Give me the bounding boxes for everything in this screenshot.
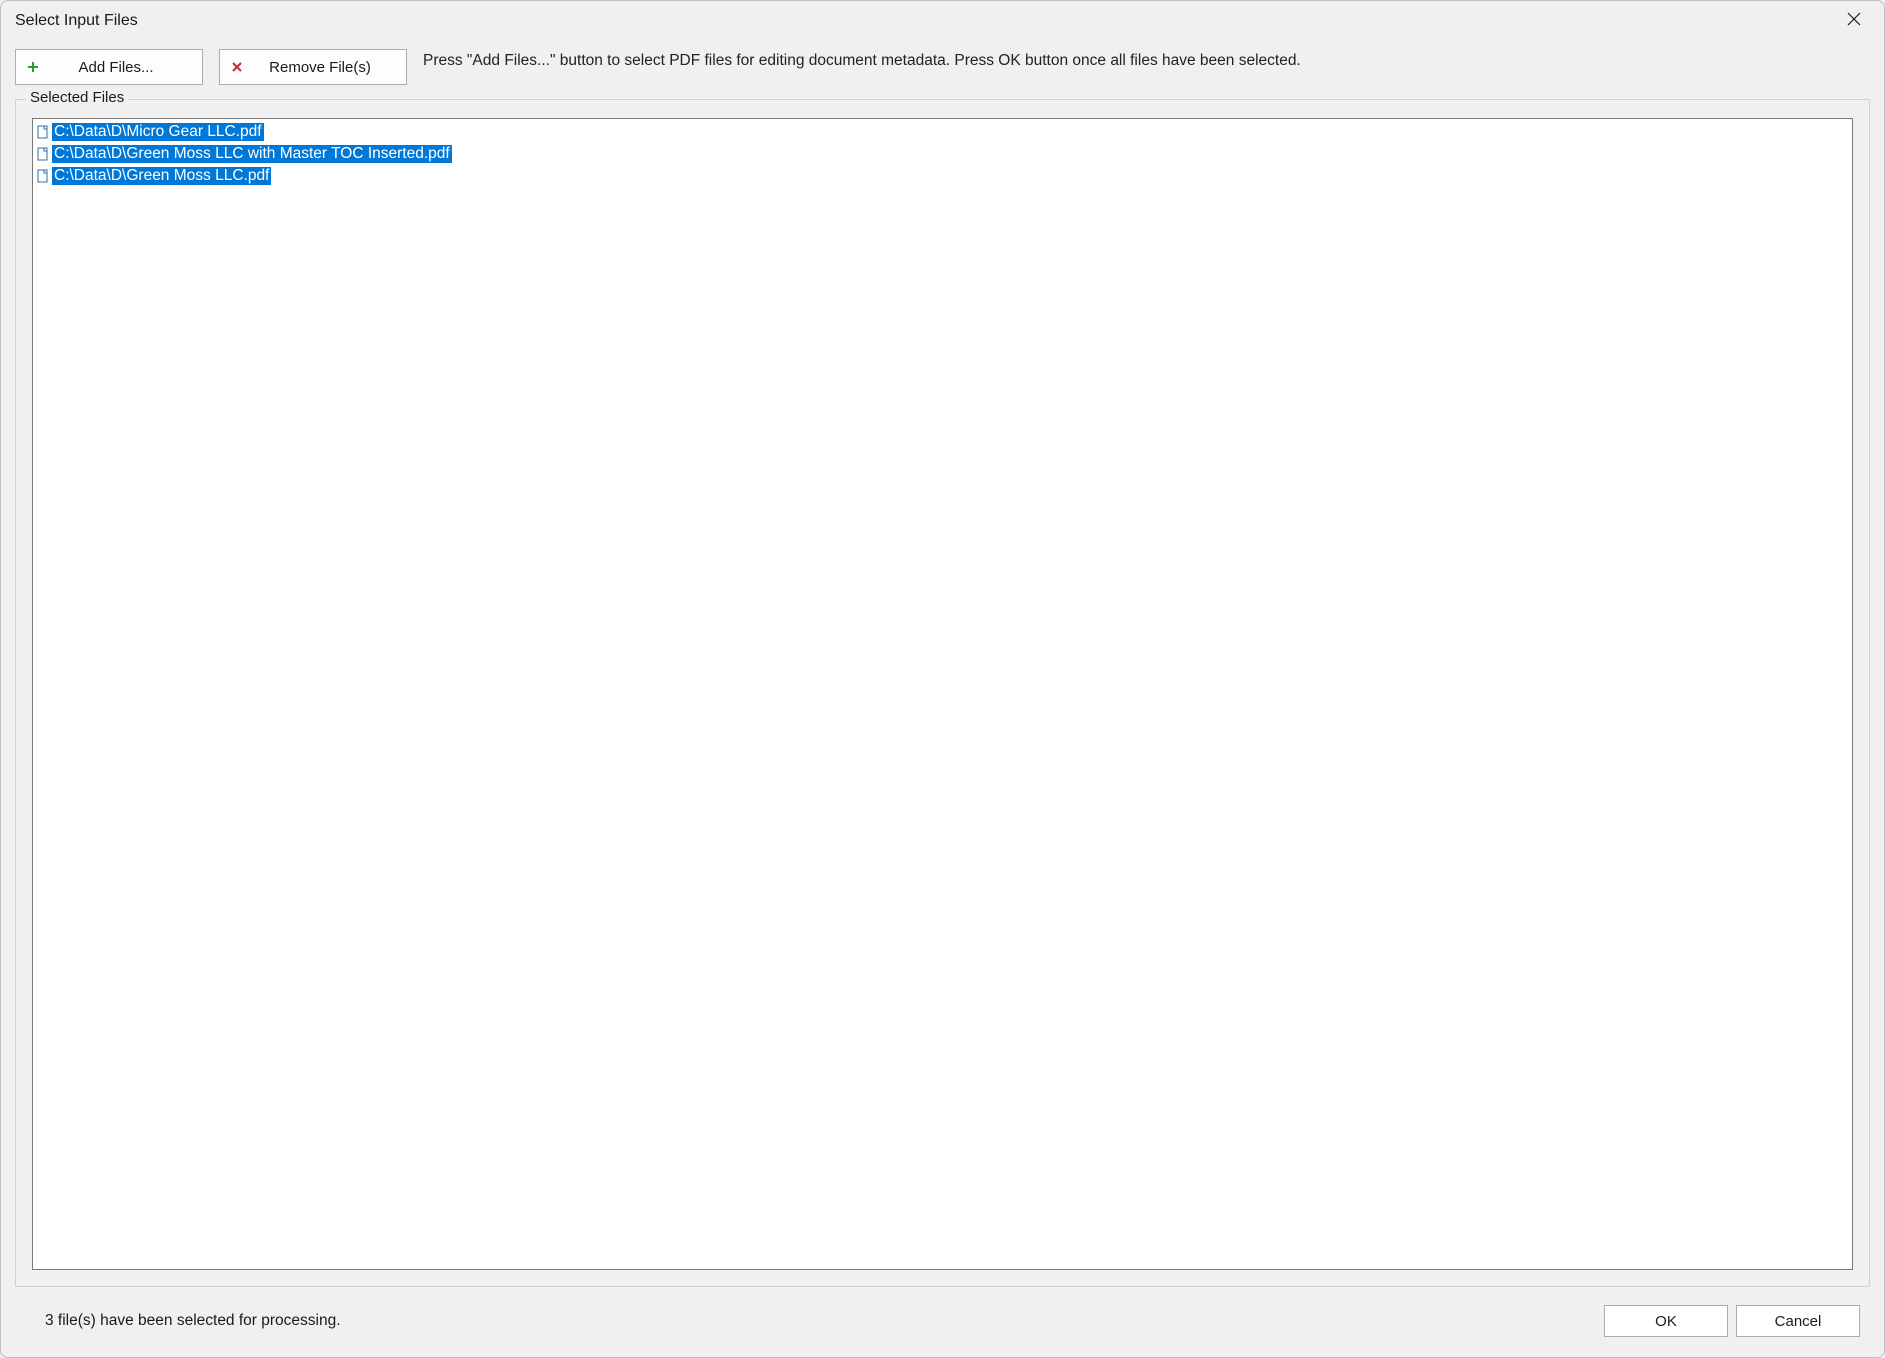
close-icon: [1847, 12, 1861, 30]
file-item[interactable]: C:\Data\D\Green Moss LLC with Master TOC…: [35, 143, 1850, 165]
add-files-label: Add Files...: [40, 59, 192, 76]
file-list[interactable]: C:\Data\D\Micro Gear LLC.pdf C:\Data\D\Gr…: [32, 118, 1853, 1270]
file-item[interactable]: C:\Data\D\Green Moss LLC.pdf: [35, 165, 1850, 187]
remove-icon: [230, 60, 244, 74]
remove-files-label: Remove File(s): [244, 59, 396, 76]
titlebar: Select Input Files: [1, 1, 1884, 41]
status-text: 3 file(s) have been selected for process…: [45, 1312, 341, 1330]
remove-files-button[interactable]: Remove File(s): [219, 49, 407, 85]
file-icon: [37, 147, 51, 161]
add-files-button[interactable]: Add Files...: [15, 49, 203, 85]
instructions-text: Press "Add Files..." button to select PD…: [423, 49, 1870, 72]
file-item[interactable]: C:\Data\D\Micro Gear LLC.pdf: [35, 121, 1850, 143]
cancel-label: Cancel: [1775, 1313, 1822, 1330]
footer-buttons: OK Cancel: [1604, 1305, 1860, 1337]
group-label: Selected Files: [26, 89, 128, 106]
select-input-files-dialog: Select Input Files Add Files... Remove F…: [0, 0, 1885, 1358]
toolbar: Add Files... Remove File(s) Press "Add F…: [15, 41, 1870, 91]
window-title: Select Input Files: [15, 12, 138, 30]
file-path: C:\Data\D\Micro Gear LLC.pdf: [52, 123, 264, 141]
footer: 3 file(s) have been selected for process…: [15, 1287, 1870, 1347]
dialog-body: Add Files... Remove File(s) Press "Add F…: [1, 41, 1884, 1357]
close-button[interactable]: [1834, 5, 1874, 37]
ok-button[interactable]: OK: [1604, 1305, 1728, 1337]
ok-label: OK: [1655, 1313, 1677, 1330]
file-icon: [37, 125, 51, 139]
cancel-button[interactable]: Cancel: [1736, 1305, 1860, 1337]
file-icon: [37, 169, 51, 183]
file-path: C:\Data\D\Green Moss LLC.pdf: [52, 167, 271, 185]
plus-icon: [26, 60, 40, 74]
file-path: C:\Data\D\Green Moss LLC with Master TOC…: [52, 145, 452, 163]
selected-files-group: Selected Files C:\Data\D\Micro Gear LLC.…: [15, 99, 1870, 1287]
